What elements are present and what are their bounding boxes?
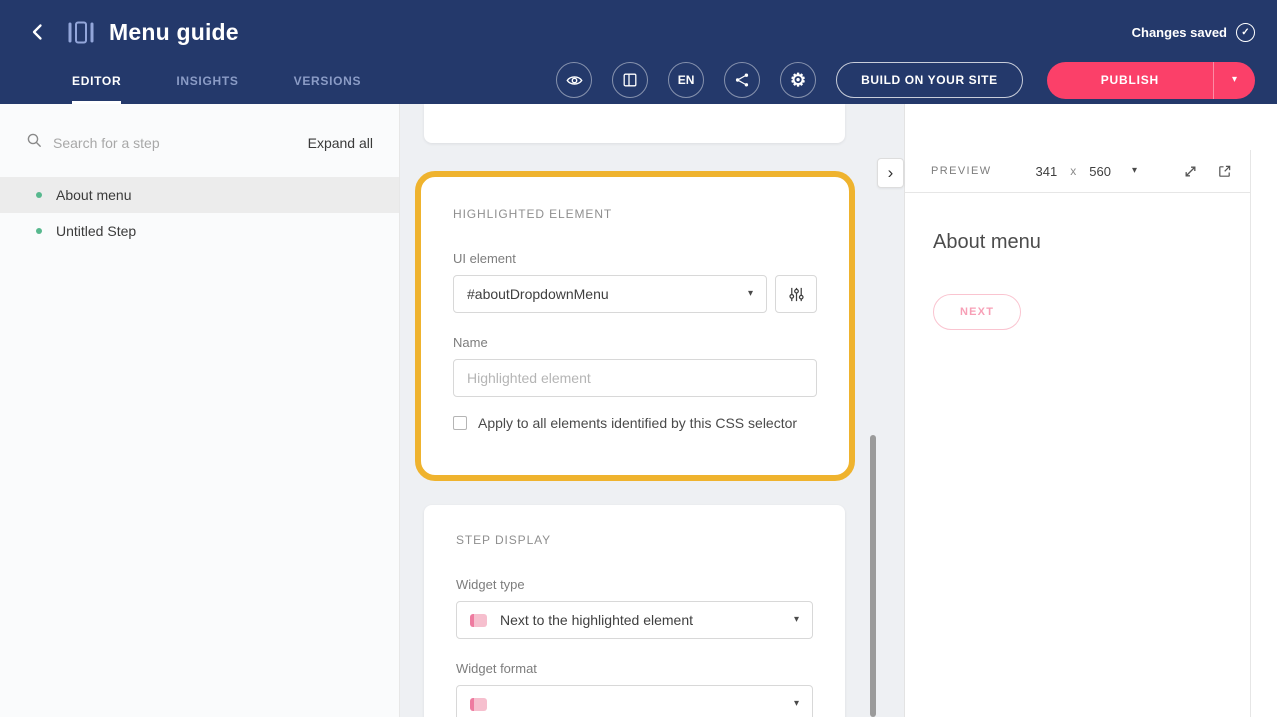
chevron-left-icon	[28, 22, 48, 42]
collapse-preview-button[interactable]: ›	[877, 158, 904, 188]
app-header: Menu guide Changes saved ✓ EDITOR INSIGH…	[0, 0, 1277, 104]
tab-editor[interactable]: EDITOR	[72, 74, 121, 104]
step-display-card: STEP DISPLAY Widget type Next to the hig…	[424, 505, 845, 717]
share-icon	[734, 72, 750, 88]
preview-fullscreen-button[interactable]	[1183, 164, 1198, 179]
widget-type-icon	[470, 614, 487, 627]
widget-format-label: Widget format	[456, 661, 813, 676]
publish-dropdown-button[interactable]: ▾	[1213, 62, 1255, 99]
expand-diagonal-icon	[1183, 164, 1198, 179]
preview-header: PREVIEW 341 x 560 ▾	[905, 150, 1250, 193]
share-button[interactable]	[724, 62, 760, 98]
apply-all-checkbox[interactable]	[453, 416, 467, 430]
guide-title: Menu guide	[109, 19, 239, 46]
check-icon: ✓	[1236, 23, 1255, 42]
element-name-label: Name	[453, 335, 817, 350]
preview-title: PREVIEW	[931, 165, 992, 177]
app-logo-icon	[66, 20, 96, 45]
section-title-highlighted-element: HIGHLIGHTED ELEMENT	[453, 207, 817, 221]
caret-down-icon: ▾	[748, 289, 753, 299]
language-label: EN	[678, 73, 695, 87]
preview-size-separator: x	[1070, 164, 1076, 178]
apply-all-label: Apply to all elements identified by this…	[478, 415, 797, 431]
ui-element-row: #aboutDropdownMenu ▾	[453, 275, 817, 313]
editor-tabs: EDITOR INSIGHTS VERSIONS	[72, 56, 361, 104]
settings-button[interactable]: ⚙	[780, 62, 816, 98]
widget-format-select[interactable]: ▾	[456, 685, 813, 717]
widget-format-icon	[470, 698, 487, 711]
caret-down-icon: ▾	[794, 615, 799, 625]
step-list: About menu Untitled Step	[0, 177, 399, 249]
widget-type-label: Widget type	[456, 577, 813, 592]
element-name-input[interactable]	[453, 359, 817, 397]
selector-settings-button[interactable]	[775, 275, 817, 313]
build-on-site-button[interactable]: BUILD ON YOUR SITE	[836, 62, 1023, 98]
ui-element-value: #aboutDropdownMenu	[467, 286, 609, 302]
preview-actions	[1183, 164, 1232, 179]
language-button[interactable]: EN	[668, 62, 704, 98]
step-label: About menu	[56, 187, 132, 203]
section-title-step-display: STEP DISPLAY	[456, 533, 813, 547]
tab-versions[interactable]: VERSIONS	[294, 74, 362, 104]
preview-height-value: 560	[1089, 164, 1111, 179]
steps-sidebar: Expand all About menu Untitled Step	[0, 104, 400, 717]
workspace: Expand all About menu Untitled Step HIGH…	[0, 104, 1277, 717]
preview-open-external-button[interactable]	[1217, 164, 1232, 179]
caret-down-icon: ▾	[794, 699, 799, 709]
step-search-row: Expand all	[0, 104, 399, 171]
widget-type-select[interactable]: Next to the highlighted element ▾	[456, 601, 813, 639]
step-editor-panel: HIGHLIGHTED ELEMENT UI element #aboutDro…	[400, 104, 905, 717]
preview-next-button[interactable]: NEXT	[933, 294, 1021, 330]
expand-all-link[interactable]: Expand all	[308, 135, 373, 151]
caret-down-icon: ▾	[1132, 166, 1137, 176]
step-search-input[interactable]	[53, 135, 297, 151]
preview-size-control[interactable]: 341 x 560 ▾	[1036, 164, 1137, 179]
layout-button[interactable]	[612, 62, 648, 98]
apply-all-row: Apply to all elements identified by this…	[453, 415, 817, 431]
chevron-right-icon: ›	[888, 163, 894, 183]
step-item-about-menu[interactable]: About menu	[0, 177, 399, 213]
widget-type-value-group: Next to the highlighted element	[470, 612, 693, 628]
ui-element-label: UI element	[453, 251, 817, 266]
preview-step-title: About menu	[933, 231, 1277, 254]
app-root: Menu guide Changes saved ✓ EDITOR INSIGH…	[0, 0, 1277, 717]
preview-body: About menu NEXT	[905, 193, 1277, 330]
preview-width-value: 341	[1036, 164, 1058, 179]
preview-right-divider	[1250, 150, 1251, 717]
eye-icon	[566, 72, 583, 89]
search-icon	[26, 132, 42, 153]
publish-button[interactable]: PUBLISH	[1047, 62, 1213, 99]
header-controls: EN ⚙ BUILD ON YOUR SITE PUBLISH ▾	[556, 62, 1255, 99]
step-item-untitled-step[interactable]: Untitled Step	[0, 213, 399, 249]
previous-settings-card	[424, 104, 845, 143]
header-title-row: Menu guide Changes saved ✓	[0, 0, 1277, 56]
back-button[interactable]	[26, 20, 50, 44]
step-label: Untitled Step	[56, 223, 136, 239]
step-status-dot	[36, 192, 42, 198]
caret-down-icon: ▾	[1232, 75, 1237, 85]
external-link-icon	[1217, 164, 1232, 179]
tab-insights[interactable]: INSIGHTS	[176, 74, 238, 104]
changes-saved-label: Changes saved	[1132, 25, 1227, 40]
preview-eye-button[interactable]	[556, 62, 592, 98]
gear-icon: ⚙	[790, 71, 806, 89]
widget-type-value: Next to the highlighted element	[500, 612, 693, 628]
highlighted-element-card: HIGHLIGHTED ELEMENT UI element #aboutDro…	[415, 171, 855, 481]
header-toolbar-row: EDITOR INSIGHTS VERSIONS EN ⚙	[0, 56, 1277, 104]
ui-element-select[interactable]: #aboutDropdownMenu ▾	[453, 275, 767, 313]
preview-panel: PREVIEW 341 x 560 ▾ About	[905, 104, 1277, 717]
layout-icon	[622, 72, 638, 88]
step-status-dot	[36, 228, 42, 234]
publish-button-group: PUBLISH ▾	[1047, 62, 1255, 99]
changes-saved-status: Changes saved ✓	[1132, 23, 1255, 42]
widget-format-value-group	[470, 698, 487, 711]
sliders-icon	[788, 286, 805, 303]
editor-scrollbar[interactable]	[870, 435, 876, 717]
